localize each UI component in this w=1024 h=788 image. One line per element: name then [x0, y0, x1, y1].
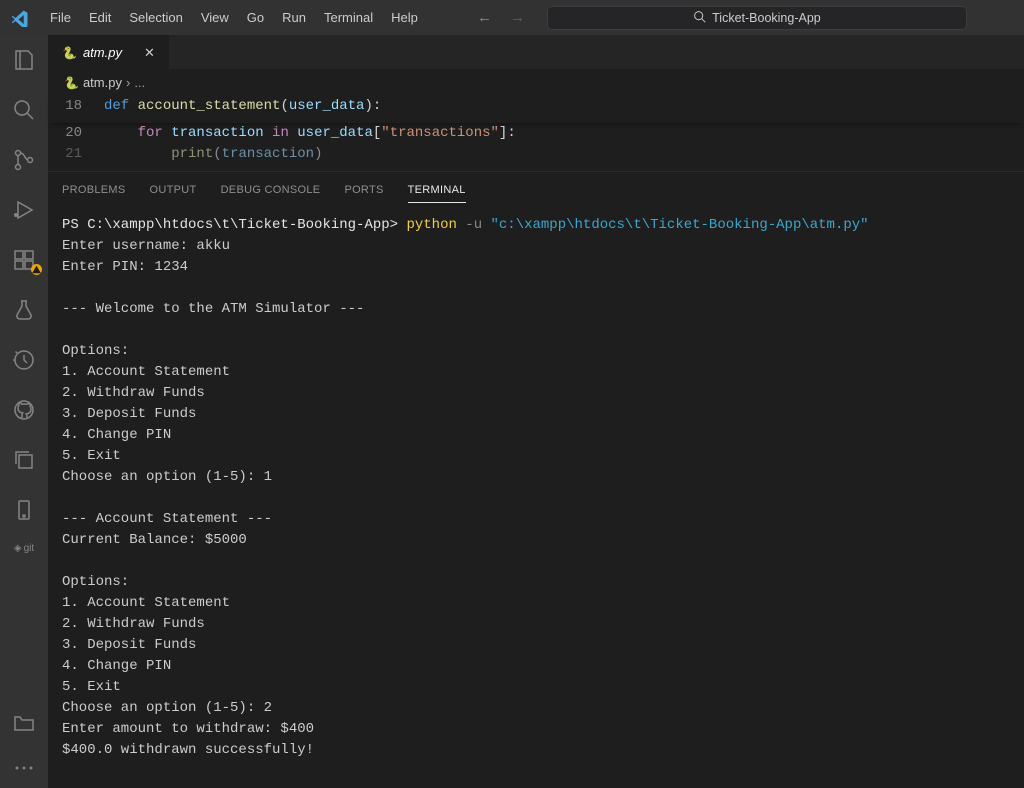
device-icon[interactable] — [0, 493, 48, 527]
more-icon[interactable] — [0, 756, 48, 780]
menu-view[interactable]: View — [193, 6, 237, 29]
panel-tabs: PROBLEMS OUTPUT DEBUG CONSOLE PORTS TERM… — [48, 172, 1024, 203]
panel-tab-output[interactable]: OUTPUT — [150, 180, 197, 203]
command-center-search[interactable]: Ticket-Booking-App — [547, 6, 967, 30]
nav-back-icon[interactable]: ← — [477, 9, 492, 26]
vscode-logo-icon — [8, 6, 32, 30]
terminal-output-line: 1. Account Statement — [62, 362, 1010, 383]
terminal-output-line: $400.0 withdrawn successfully! — [62, 740, 1010, 761]
source-control-icon[interactable] — [0, 143, 48, 177]
terminal-output-line: 4. Change PIN — [62, 425, 1010, 446]
code-editor[interactable]: 20 for transaction in user_data["transac… — [48, 123, 1024, 171]
terminal-output-line: --- Welcome to the ATM Simulator --- — [62, 299, 1010, 320]
search-text: Ticket-Booking-App — [712, 11, 821, 25]
terminal-output-line: Current Balance: $5000 — [62, 530, 1010, 551]
search-activity-icon[interactable] — [0, 93, 48, 127]
terminal-output-line: 3. Deposit Funds — [62, 404, 1010, 425]
panel-tab-problems[interactable]: PROBLEMS — [62, 180, 126, 203]
terminal-output-line: Options: — [62, 572, 1010, 593]
terminal-output-line — [62, 551, 1010, 572]
github-icon[interactable] — [0, 393, 48, 427]
terminal-output-line: 2. Withdraw Funds — [62, 383, 1010, 404]
timeline-icon[interactable] — [0, 343, 48, 377]
menu-selection[interactable]: Selection — [121, 6, 190, 29]
menu-terminal[interactable]: Terminal — [316, 6, 381, 29]
tab-atm-py[interactable]: 🐍 atm.py ✕ — [48, 35, 170, 71]
terminal-output-line: Enter PIN: 1234 — [62, 257, 1010, 278]
python-file-icon: 🐍 — [62, 46, 77, 60]
terminal-output-line: 1. Account Statement — [62, 593, 1010, 614]
menu-edit[interactable]: Edit — [81, 6, 119, 29]
run-debug-icon[interactable] — [0, 193, 48, 227]
terminal-output-line: Choose an option (1-5): 1 — [62, 467, 1010, 488]
bottom-panel: PROBLEMS OUTPUT DEBUG CONSOLE PORTS TERM… — [48, 171, 1024, 788]
explorer-icon[interactable] — [0, 43, 48, 77]
git-panel-icon[interactable]: ◈git — [0, 543, 48, 554]
terminal-output-line — [62, 278, 1010, 299]
folder-icon[interactable] — [0, 706, 48, 740]
terminal-output-line: --- Account Statement --- — [62, 509, 1010, 530]
testing-icon[interactable] — [0, 293, 48, 327]
breadcrumb[interactable]: 🐍 atm.py › ... — [48, 71, 1024, 94]
menu-file[interactable]: File — [42, 6, 79, 29]
terminal-output-line — [62, 320, 1010, 341]
stacked-files-icon[interactable] — [0, 443, 48, 477]
terminal-output-line: 5. Exit — [62, 446, 1010, 467]
title-bar: File Edit Selection View Go Run Terminal… — [0, 0, 1024, 35]
panel-tab-ports[interactable]: PORTS — [344, 180, 383, 203]
menu-help[interactable]: Help — [383, 6, 426, 29]
editor-area: 🐍 atm.py ✕ 🐍 atm.py › ... 18 def account… — [48, 35, 1024, 788]
search-icon — [693, 10, 706, 26]
nav-forward-icon[interactable]: → — [510, 9, 525, 26]
menu-go[interactable]: Go — [239, 6, 272, 29]
python-file-icon: 🐍 — [64, 76, 79, 90]
panel-tab-terminal[interactable]: TERMINAL — [408, 180, 466, 203]
terminal-output-line: 5. Exit — [62, 677, 1010, 698]
terminal-output-line: Enter username: akku — [62, 236, 1010, 257]
tab-close-icon[interactable]: ✕ — [140, 45, 159, 61]
terminal-output-line: 2. Withdraw Funds — [62, 614, 1010, 635]
extensions-icon[interactable] — [0, 243, 48, 277]
terminal-output-line: Enter amount to withdraw: $400 — [62, 719, 1010, 740]
tab-filename: atm.py — [83, 45, 122, 60]
editor-tabs: 🐍 atm.py ✕ — [48, 35, 1024, 71]
warning-badge-icon — [31, 264, 42, 275]
terminal[interactable]: PS C:\xampp\htdocs\t\Ticket-Booking-App>… — [48, 203, 1024, 788]
terminal-output-line: 3. Deposit Funds — [62, 635, 1010, 656]
terminal-output-line: 4. Change PIN — [62, 656, 1010, 677]
terminal-output-line: Options: — [62, 341, 1010, 362]
menu-run[interactable]: Run — [274, 6, 314, 29]
activity-bar: ◈git — [0, 35, 48, 788]
terminal-output-line: Choose an option (1-5): 2 — [62, 698, 1010, 719]
panel-tab-debug[interactable]: DEBUG CONSOLE — [221, 180, 321, 203]
code-editor[interactable]: 18 def account_statement(user_data): — [48, 94, 1024, 123]
terminal-output-line — [62, 488, 1010, 509]
terminal-prompt-line: PS C:\xampp\htdocs\t\Ticket-Booking-App>… — [62, 215, 1010, 236]
titlebar-center: ← → Ticket-Booking-App — [428, 6, 1016, 30]
